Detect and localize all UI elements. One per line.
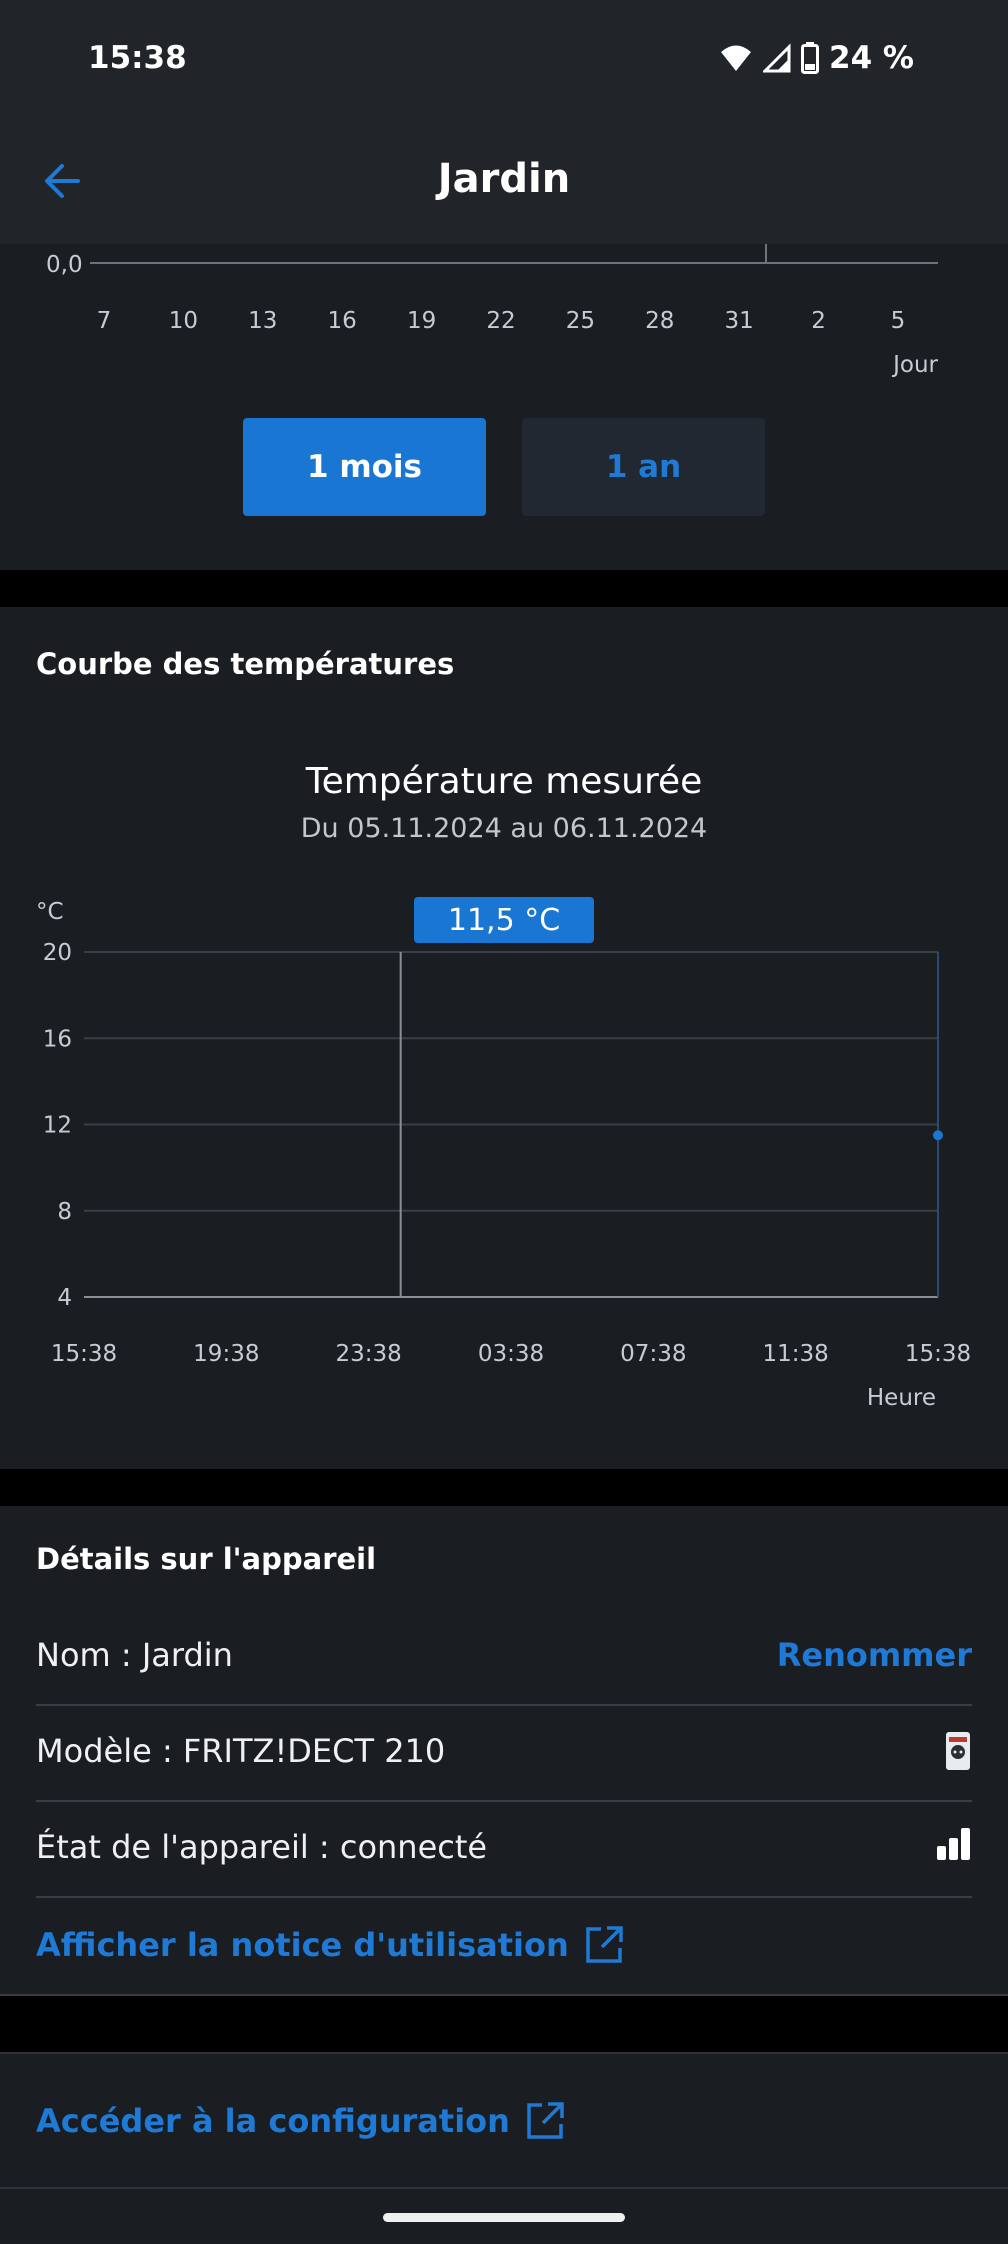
x-tick-label: 19 — [406, 308, 437, 334]
external-link-icon — [527, 2102, 564, 2139]
x-tick-label: 10 — [168, 308, 199, 334]
x-tick-label: 23:38 — [336, 1341, 402, 1367]
device-model-row: Modèle : FRITZ!DECT 210 — [36, 1704, 972, 1802]
x-tick-label: 03:38 — [478, 1341, 544, 1367]
x-tick-label: 11:38 — [763, 1341, 829, 1367]
battery-icon — [801, 42, 819, 74]
x-tick-label: 22 — [486, 308, 516, 334]
external-link-icon — [585, 1926, 623, 1963]
device-model-label: Modèle : FRITZ!DECT 210 — [36, 1732, 446, 1770]
data-point — [933, 1130, 943, 1141]
x-tick-label: 5 — [890, 308, 906, 334]
config-link[interactable]: Accéder à la configuration — [36, 2100, 566, 2142]
rename-button[interactable]: Renommer — [777, 1636, 972, 1674]
cell-signal-icon — [763, 43, 791, 73]
device-name-label: Nom : Jardin — [36, 1636, 233, 1674]
x-tick-label: 15:38 — [905, 1341, 971, 1367]
divider — [0, 2187, 1008, 2189]
temperature-card: Courbe des températures Température mesu… — [0, 607, 1008, 1469]
device-state-row: État de l'appareil : connecté — [36, 1800, 972, 1898]
y-tick-label: 12 — [43, 1113, 72, 1139]
manual-link-label: Afficher la notice d'utilisation — [36, 1926, 569, 1964]
smart-plug-icon — [946, 1732, 970, 1770]
status-time: 15:38 — [88, 40, 187, 76]
y-tick-label: 16 — [43, 1026, 72, 1052]
x-tick-label: 28 — [645, 308, 675, 334]
x-tick-label: 25 — [565, 308, 596, 334]
y-tick-label: 20 — [43, 940, 72, 966]
section-title: Détails sur l'appareil — [36, 1542, 377, 1576]
y-tick-label: 8 — [57, 1199, 72, 1225]
x-tick-label: 15:38 — [51, 1341, 117, 1367]
x-tick-label: 13 — [248, 308, 278, 334]
signal-strength-icon — [937, 1828, 970, 1860]
battery-percent: 24 % — [829, 40, 914, 76]
x-tick-label: 16 — [327, 308, 357, 334]
device-details-card: Détails sur l'appareil Nom : Jardin Reno… — [0, 1506, 1008, 1996]
x-tick-label: 2 — [811, 308, 826, 334]
x-tick-label: 31 — [724, 308, 754, 334]
manual-link[interactable]: Afficher la notice d'utilisation — [36, 1924, 625, 1966]
device-name-row: Nom : Jardin Renommer — [36, 1608, 972, 1706]
x-tick-label: 7 — [96, 308, 112, 334]
energy-chart-card: 0,0 7 10 13 16 19 22 25 28 31 2 5 Jour 1 mois 1 an — [0, 244, 1008, 570]
range-1-month-button[interactable]: 1 mois — [243, 418, 486, 516]
x-tick-label: 19:38 — [193, 1341, 259, 1367]
home-indicator[interactable] — [383, 2213, 625, 2222]
divider — [0, 2052, 1008, 2054]
divider — [0, 1994, 1008, 1996]
page-title: Jardin — [437, 156, 571, 202]
x-axis-unit: Jour — [893, 352, 938, 378]
status-bar: 15:38 24 % — [0, 0, 1008, 120]
x-tick-label: 07:38 — [620, 1341, 686, 1367]
wifi-icon — [721, 45, 751, 71]
range-1-year-button[interactable]: 1 an — [522, 418, 765, 516]
config-link-label: Accéder à la configuration — [36, 2102, 510, 2140]
x-axis-unit: Heure — [866, 1385, 936, 1411]
temperature-chart[interactable]: 20 16 12 8 4 15:38 19:38 23:38 03:38 07:38 11:38 15… — [0, 607, 1008, 1469]
energy-axis — [90, 244, 938, 264]
status-icons: 24 % — [719, 40, 914, 76]
app-bar: Jardin — [0, 120, 1008, 244]
y-tick-label: 4 — [57, 1285, 72, 1311]
device-state-label: État de l'appareil : connecté — [36, 1828, 488, 1866]
